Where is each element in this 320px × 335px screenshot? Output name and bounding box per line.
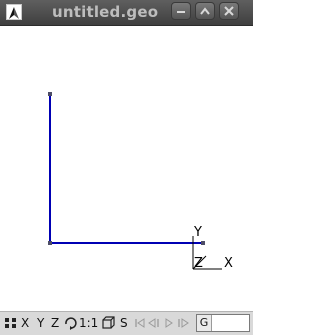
scale-button[interactable]: 1:1 [79, 315, 98, 331]
point-top [48, 92, 52, 96]
axes-widget: Y Z X [192, 225, 233, 271]
status-bar: X Y Z 1:1 S G [0, 311, 253, 335]
step-forward-icon[interactable] [176, 315, 190, 331]
title-bar: untitled.geo [0, 0, 253, 26]
view-y-button[interactable]: Y [37, 315, 44, 331]
message-field[interactable]: G [196, 314, 250, 332]
rotate-icon[interactable] [63, 315, 77, 331]
point-right [201, 241, 205, 245]
projection-icon[interactable] [102, 315, 116, 331]
minimize-icon [177, 11, 185, 13]
axis-label-y: Y [193, 225, 202, 240]
axis-label-x: X [224, 256, 233, 271]
rewind-icon[interactable] [133, 315, 147, 331]
close-icon [224, 6, 234, 16]
view-z-button[interactable]: Z [51, 315, 59, 331]
maximize-icon [200, 7, 210, 15]
close-button[interactable] [219, 2, 239, 20]
snapshot-button[interactable]: S [120, 315, 128, 331]
window-title: untitled.geo [52, 3, 159, 21]
axis-label-z: Z [194, 256, 203, 271]
model-view: Y Z X [48, 92, 233, 271]
maximize-button[interactable] [195, 2, 215, 20]
step-back-icon[interactable] [147, 315, 161, 331]
minimize-button[interactable] [171, 2, 191, 20]
play-icon[interactable] [162, 315, 176, 331]
message-prefix: G [197, 315, 212, 331]
point-origin [48, 241, 52, 245]
graphics-canvas[interactable]: Y Z X [0, 26, 253, 311]
grid-icon[interactable] [4, 315, 18, 331]
view-x-button[interactable]: X [21, 315, 29, 331]
app-icon[interactable] [6, 4, 22, 20]
